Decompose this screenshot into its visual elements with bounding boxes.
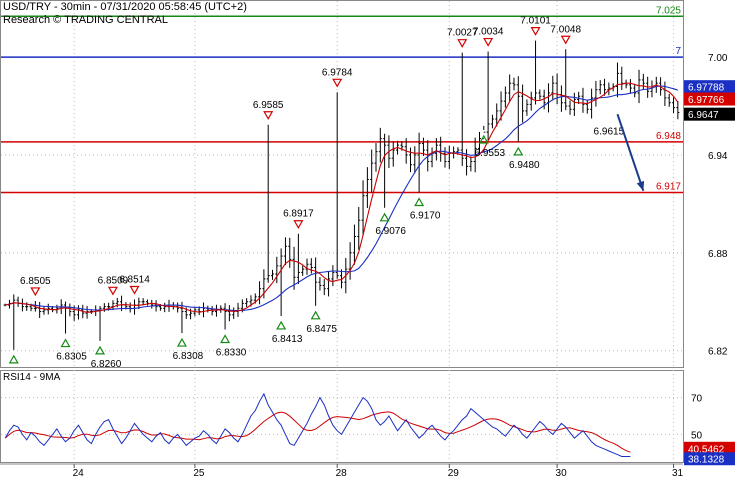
price-tick-label: 7.00: [708, 53, 728, 64]
swing-low-label: 6.8475: [306, 324, 337, 335]
swing-low-label: 6.8308: [173, 351, 204, 362]
level-label: 7.025: [656, 5, 681, 16]
swing-low-label: 6.8413: [272, 334, 303, 345]
x-tick-label: 25: [193, 468, 205, 479]
swing-low-label: 6.8330: [216, 347, 247, 358]
swing-high-label: 7.0034: [473, 27, 504, 38]
swing-high-label: 6.8514: [119, 274, 150, 285]
level-label: 7: [675, 46, 681, 57]
chart-title: USD/TRY - 30min - 07/31/2020 05:58:45 (U…: [3, 1, 247, 13]
research-credit: Research © TRADING CENTRAL: [3, 14, 168, 26]
swing-high-label: 7.0048: [550, 24, 581, 35]
level-label: 6.948: [656, 131, 681, 142]
x-tick-label: 30: [556, 468, 568, 479]
swing-high-label: 6.9585: [253, 100, 284, 111]
price-tick-label: 6.94: [708, 151, 728, 162]
swing-low-label: 6.9553: [475, 148, 506, 159]
chart-svg: 6.826.886.947.002425282930317.057.02576.…: [0, 0, 735, 479]
swing-high-label: 6.8917: [283, 209, 314, 220]
price-tick-label: 6.88: [708, 249, 728, 260]
rsi-badge-label: 38.1328: [688, 455, 725, 466]
price-tick-label: 6.82: [708, 347, 728, 358]
rsi-title: RSI14 - 9MA: [3, 372, 61, 383]
level-label: 6.917: [656, 181, 681, 192]
price-annotation: 6.9615: [594, 127, 625, 138]
swing-low-label: 6.8260: [91, 359, 122, 370]
swing-low-label: 6.9170: [410, 210, 441, 221]
chart-area: 6.826.886.947.002425282930317.057.02576.…: [0, 0, 735, 480]
price-badge-label: 6.97766: [688, 95, 725, 106]
x-tick-label: 29: [448, 468, 460, 479]
swing-low-label: 6.9076: [375, 226, 406, 237]
swing-high-label: 7.0101: [520, 16, 551, 27]
price-badge-label: 6.97788: [688, 83, 725, 94]
x-tick-label: 31: [672, 468, 684, 479]
swing-high-label: 6.9784: [322, 67, 353, 78]
swing-low-label: 6.8305: [56, 352, 87, 363]
rsi-panel-frame: [0, 370, 684, 463]
price-badge-label: 6.9647: [688, 110, 719, 121]
price-panel-frame: [0, 0, 684, 368]
rsi-tick-label: 50: [691, 430, 703, 441]
x-tick-label: 24: [73, 468, 85, 479]
rsi-tick-label: 70: [691, 394, 703, 405]
swing-low-label: 6.9480: [509, 160, 540, 171]
x-tick-label: 28: [336, 468, 348, 479]
swing-high-label: 6.8505: [20, 276, 51, 287]
